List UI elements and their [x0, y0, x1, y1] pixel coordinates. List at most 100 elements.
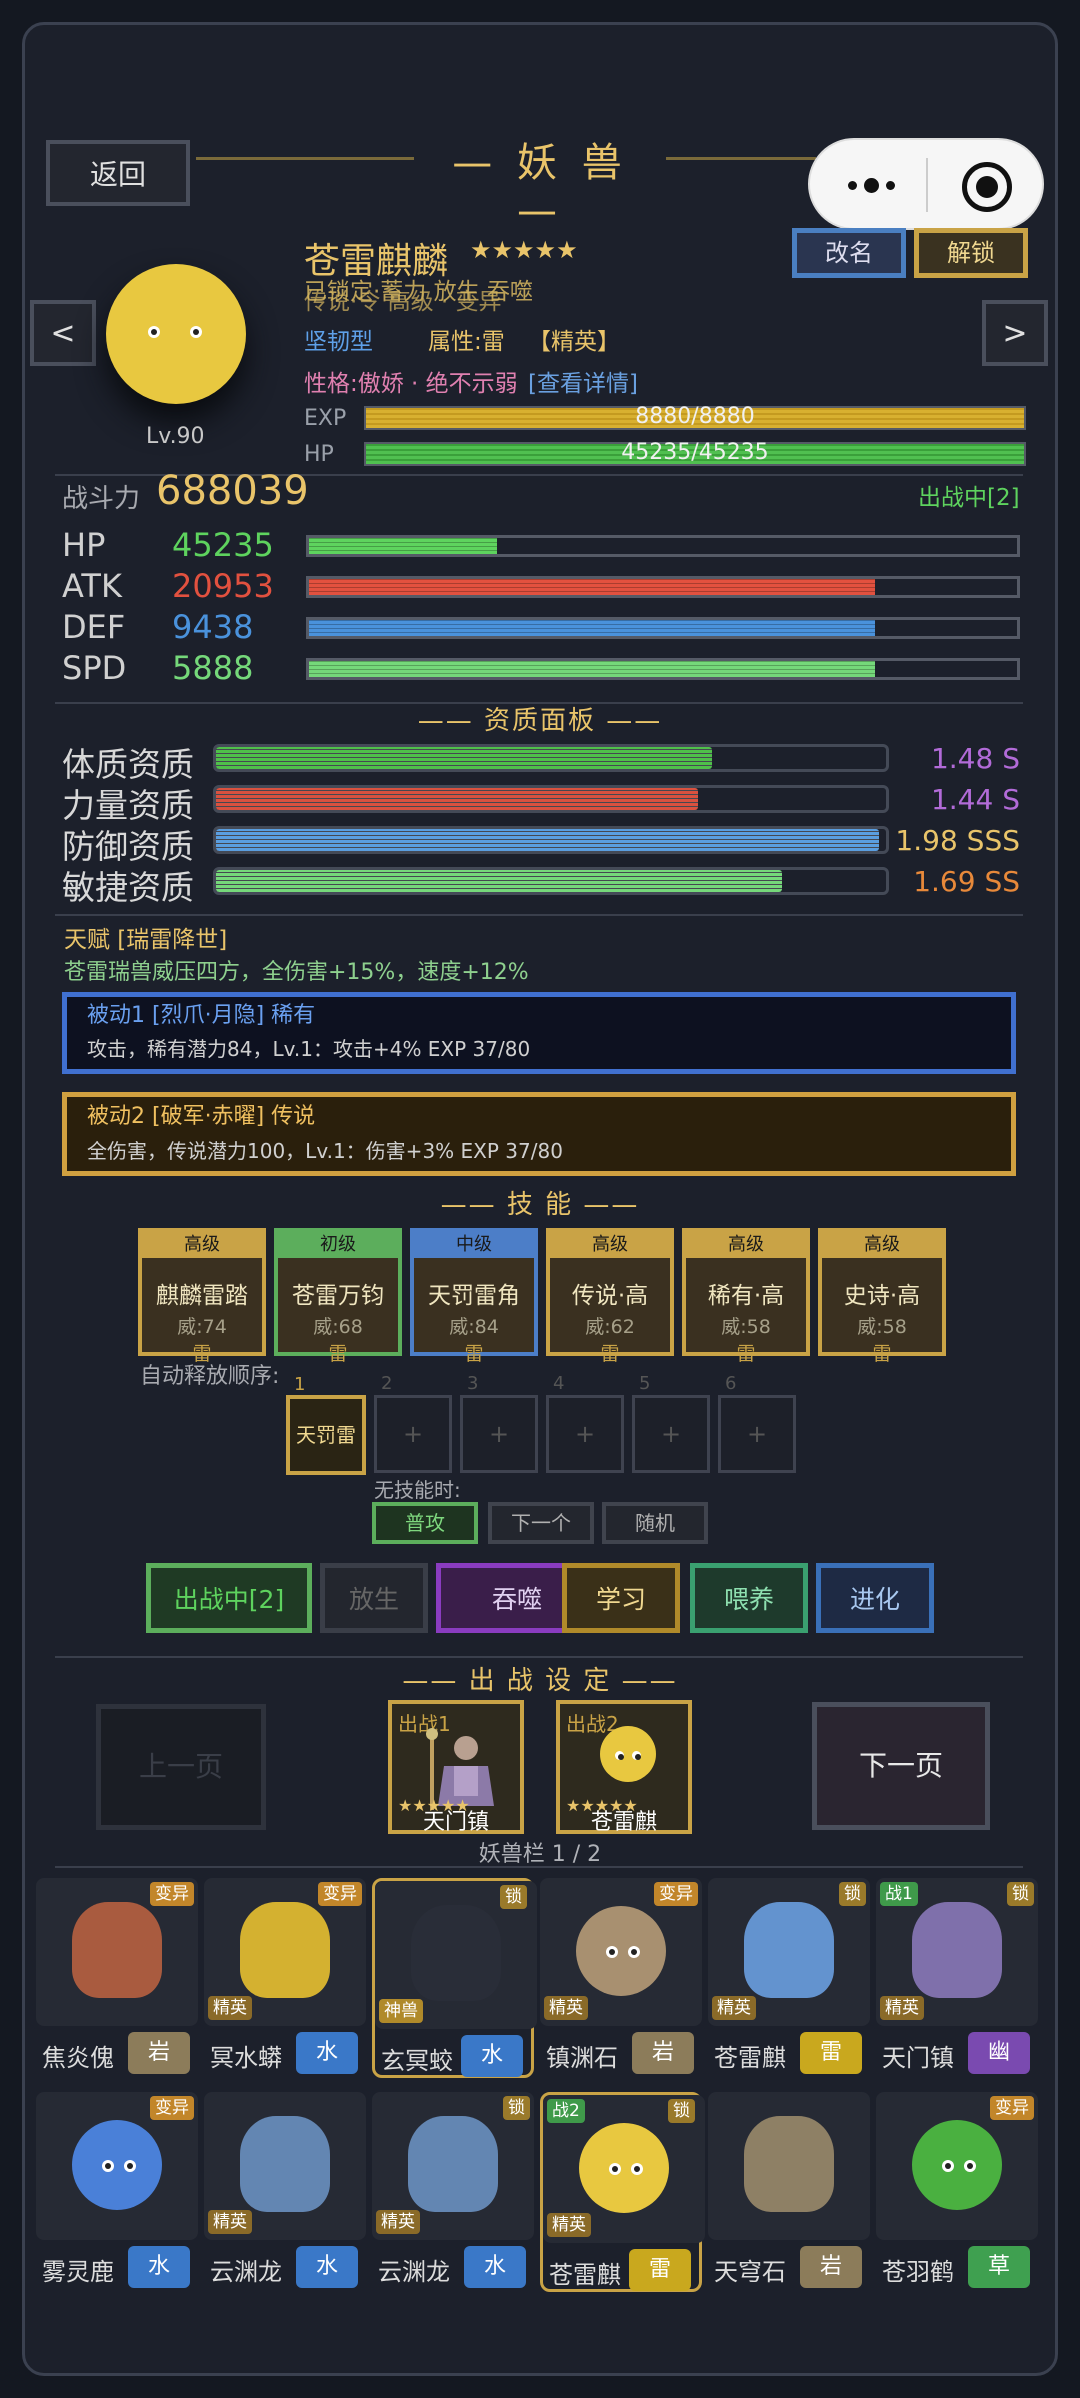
passive-2: 被动2 [破军·赤曜] 传说 全伤害，传说潜力100，Lv.1：伤害+3% EX… [62, 1092, 1016, 1176]
roster-name: 云渊龙 [378, 2258, 450, 2286]
rank-badge: 精英 [547, 2213, 591, 2237]
skill-tier: 高级 [142, 1232, 262, 1258]
pet-tags-overlap-2: 传说·令 高级 · 变异 [304, 289, 502, 315]
back-button[interactable]: 返回 [46, 140, 190, 206]
rename-button[interactable]: 改名 [792, 228, 906, 278]
pet-personality: 性格:傲娇 · 绝不示弱 [304, 371, 518, 397]
stat-value-hp: 45235 [172, 526, 274, 564]
auto-slot-empty[interactable]: 6 + [718, 1373, 796, 1473]
rank-badge: 神兽 [379, 1999, 423, 2023]
skill-tier: 中级 [414, 1232, 534, 1258]
skill-name: 天罚雷角 [428, 1283, 520, 1309]
mutation-badge: 变异 [318, 1882, 362, 1906]
element-badge: 雷 [629, 2249, 691, 2291]
pet-grade: 【精英】 [528, 329, 620, 355]
skill-card[interactable]: 高级 史诗·高 威:58 雷 [818, 1228, 946, 1365]
stat-bar-spd [306, 658, 1020, 680]
element-badge: 岩 [632, 2032, 694, 2074]
auto-slot-empty[interactable]: 2 + [374, 1373, 452, 1473]
auto-slot-empty[interactable]: 3 + [460, 1373, 538, 1473]
title-divider-left [196, 157, 414, 160]
skill-card[interactable]: 高级传说·高威:62 雷 [546, 1228, 674, 1365]
stat-value-atk: 20953 [172, 567, 274, 605]
more-icon[interactable] [838, 170, 908, 200]
skills-title: —— 技 能 —— [440, 1190, 640, 1220]
action-button-4[interactable]: 喂养 [690, 1563, 808, 1633]
skill-card[interactable]: 高级 麒麟雷踏 威:74 雷 [138, 1228, 266, 1365]
roster-card[interactable]: 锁精英 战2 苍雷麒雷 [540, 2092, 705, 2292]
roster-card[interactable]: 天穹石岩 [708, 2092, 870, 2292]
roster-card[interactable]: 锁精英 苍雷麒雷 [708, 1878, 870, 2078]
add-icon: + [746, 1420, 768, 1448]
next-pet-button[interactable]: > [982, 300, 1048, 366]
skill-card[interactable]: 初级 苍雷万钧 威:68 雷 [274, 1228, 402, 1365]
add-icon: + [488, 1420, 510, 1448]
skill-card[interactable]: 中级 天罚雷角 威:84 雷 [410, 1228, 538, 1365]
roster-card[interactable]: 锁精英 战1 天门镇幽 [876, 1878, 1038, 2078]
aptitude-label: 敏捷资质 [62, 868, 194, 907]
talent-desc: 苍雷瑞兽威压四方，全伤害+15%，速度+12% [64, 960, 529, 985]
pet-sprite [600, 1726, 656, 1782]
skill-power: 威:58 [721, 1316, 771, 1338]
prev-pet-button[interactable]: < [30, 300, 96, 366]
roster-card[interactable]: 变异 精英 冥水蟒水 [204, 1878, 366, 2078]
add-icon: + [660, 1420, 682, 1448]
add-icon: + [402, 1420, 424, 1448]
prev-page-button[interactable]: 上一页 [96, 1704, 266, 1830]
roster-card[interactable]: 变异 精英 镇渊石岩 [540, 1878, 702, 2078]
next-page-button[interactable]: 下一页 [812, 1702, 990, 1830]
option-normal-attack[interactable]: 普攻 [372, 1502, 478, 1544]
skill-element: 雷 [736, 1343, 756, 1365]
aptitude-value: 1.48 S [930, 742, 1020, 775]
battle-slot-1[interactable]: 出战1 ★★★★★ 天门镇 [388, 1700, 524, 1835]
option-next[interactable]: 下一个 [488, 1502, 594, 1544]
roster-card[interactable]: 锁神兽 玄冥蛟水 [372, 1878, 537, 2078]
skill-tier: 高级 [686, 1232, 806, 1258]
skill-tier: 高级 [550, 1232, 670, 1258]
roster-card[interactable]: 变异 苍羽鹤草 [876, 2092, 1038, 2292]
lock-badge: 锁 [839, 1882, 866, 1906]
skill-element: 雷 [600, 1343, 620, 1365]
battle-badge: 战2 [547, 2099, 585, 2123]
roster-name: 焦炎傀 [42, 2044, 114, 2072]
action-button-3[interactable]: 学习 [562, 1563, 680, 1633]
auto-slot-1[interactable]: 1 天罚雷 [286, 1374, 366, 1475]
close-mini-program-icon[interactable] [962, 162, 1012, 212]
roster-card[interactable]: 精英 云渊龙水 [204, 2092, 366, 2292]
roster-card[interactable]: 锁精英 云渊龙水 [372, 2092, 534, 2292]
element-badge: 水 [296, 2246, 358, 2288]
roster-name: 冥水蟒 [210, 2044, 282, 2072]
option-random[interactable]: 随机 [602, 1502, 708, 1544]
mini-program-capsule [808, 138, 1044, 230]
roster-name: 雾灵鹿 [42, 2258, 114, 2286]
unlock-button[interactable]: 解锁 [914, 228, 1028, 278]
auto-order-label: 自动释放顺序: [140, 1364, 280, 1389]
battle-slot-2[interactable]: 出战2 ★★★★★ 苍雷麒 [556, 1700, 692, 1835]
stat-label-spd: SPD [62, 649, 127, 687]
action-button-1[interactable]: 放生 [320, 1563, 428, 1633]
roster-card[interactable]: 变异 雾灵鹿水 [36, 2092, 198, 2292]
action-button-0[interactable]: 出战中[2] [146, 1563, 312, 1633]
auto-slot-empty[interactable]: 5 + [632, 1373, 710, 1473]
skill-name: 传说·高 [571, 1283, 649, 1309]
hp-label: HP [304, 442, 334, 467]
view-details-link[interactable]: [查看详情] [528, 364, 638, 398]
auto-slot-empty[interactable]: 4 + [546, 1373, 624, 1473]
skill-name: 苍雷万钧 [292, 1283, 384, 1309]
skill-power: 威:62 [585, 1316, 635, 1338]
stat-label-def: DEF [62, 608, 126, 646]
rank-badge: 精英 [880, 1996, 924, 2020]
roster-name: 云渊龙 [210, 2258, 282, 2286]
talent-title: 天赋 [瑞雷降世] [64, 927, 228, 953]
stat-value-spd: 5888 [172, 649, 254, 687]
action-button-5[interactable]: 进化 [816, 1563, 934, 1633]
pet-level: Lv.90 [146, 424, 205, 449]
mutation-badge: 变异 [150, 2096, 194, 2120]
element-badge: 幽 [968, 2032, 1030, 2074]
roster-name: 镇渊石 [546, 2044, 618, 2072]
passive-1-desc: 攻击，稀有潜力84，Lv.1：攻击+4% EXP 37/80 [87, 1037, 531, 1061]
skill-card[interactable]: 高级 稀有·高 威:58 雷 [682, 1228, 810, 1365]
roster-name: 天门镇 [882, 2044, 954, 2072]
rank-badge: 精英 [712, 1996, 756, 2020]
roster-card[interactable]: 变异 焦炎傀岩 [36, 1878, 198, 2078]
